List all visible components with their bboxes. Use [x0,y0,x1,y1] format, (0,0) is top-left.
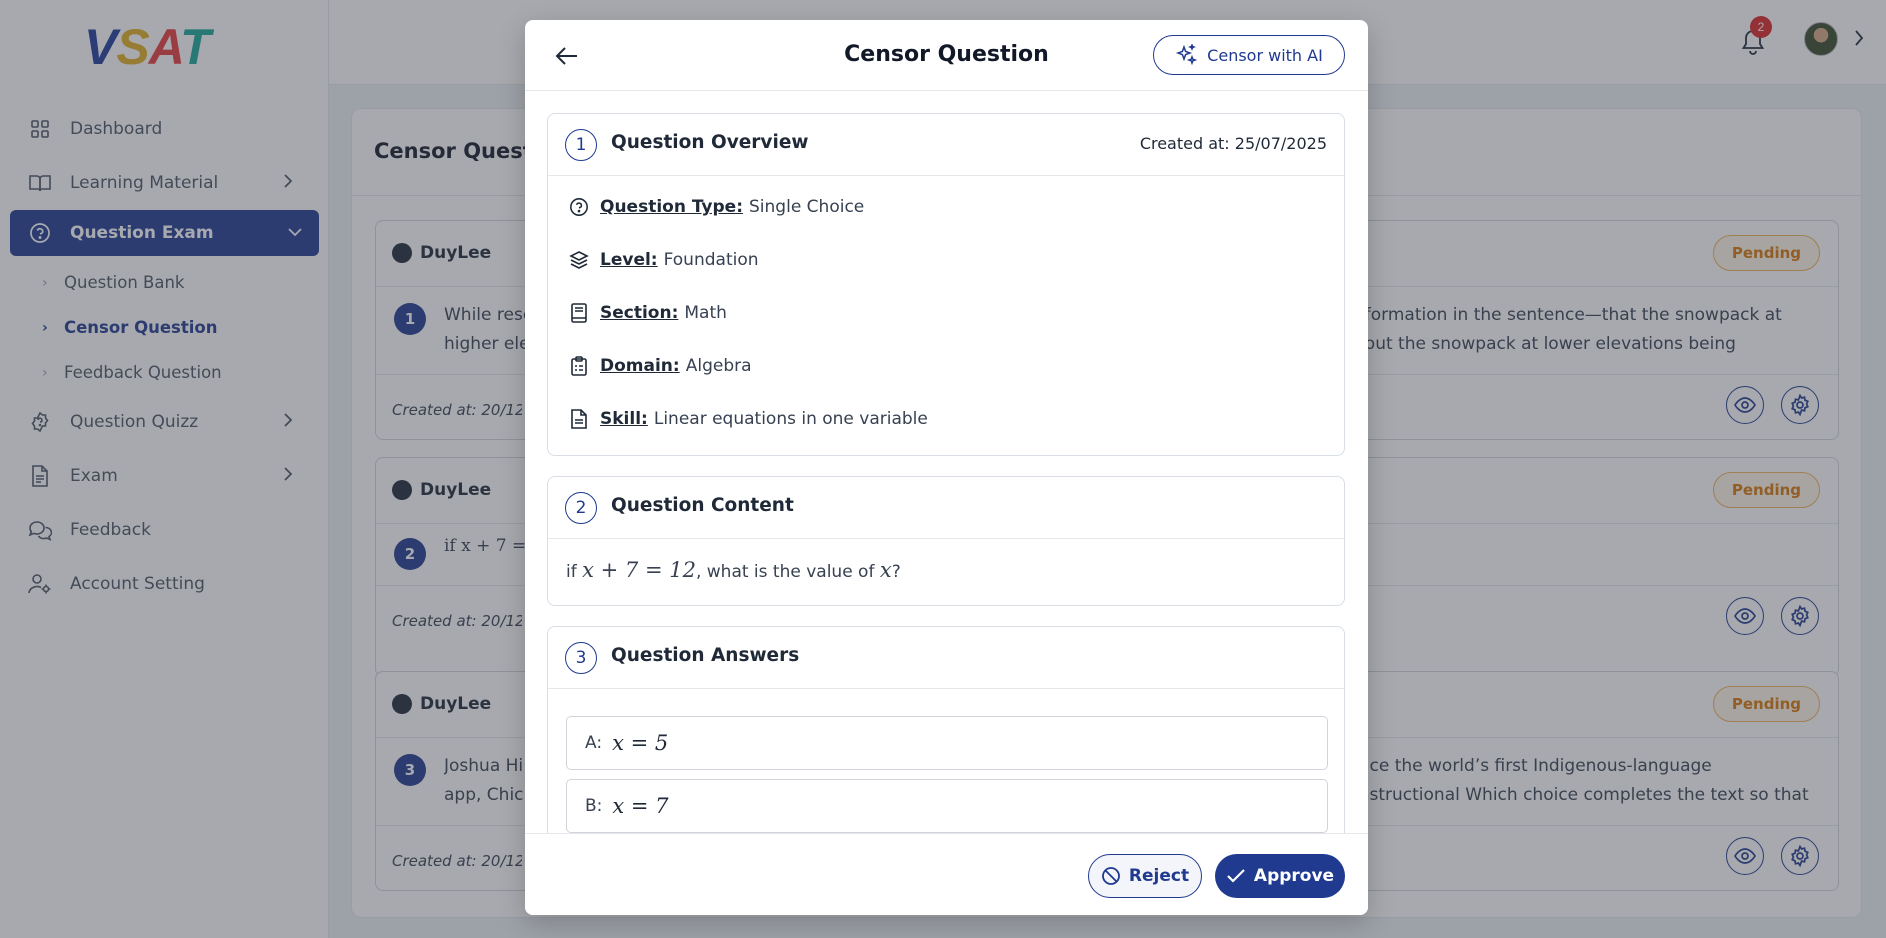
content-equation: x + 7 = 12 [582,558,696,582]
field-value: Foundation [663,250,759,270]
question-answers-section: 3 Question Answers A: x = 5 B: x = 7 [547,626,1345,833]
section-title: Question Answers [611,645,800,666]
question-type-row: Question Type: Single Choice [568,194,864,220]
section-number: 3 [565,642,597,674]
ban-icon [1102,867,1120,885]
question-content-text: if x + 7 = 12, what is the value of x? [566,558,901,582]
modal-body[interactable]: 1 Question Overview Created at: 25/07/20… [525,91,1368,833]
field-value: Single Choice [749,197,865,217]
field-label: Domain: [600,356,680,376]
sparkles-icon [1175,44,1198,66]
censor-with-ai-button[interactable]: Censor with AI [1153,35,1345,75]
content-end: ? [891,562,901,582]
section-title: Question Overview [611,132,809,153]
clipboard-icon [568,356,590,376]
book-open-icon [568,303,590,323]
content-prefix: if [566,562,577,582]
answer-value: x = 7 [612,794,669,818]
question-overview-section: 1 Question Overview Created at: 25/07/20… [547,113,1345,456]
answer-option[interactable]: B: x = 7 [566,779,1328,833]
layers-icon [568,250,590,270]
level-row: Level: Foundation [568,247,759,273]
field-value: Algebra [685,356,752,376]
approve-label: Approve [1253,866,1335,886]
answer-letter: B: [585,796,603,816]
section-number: 1 [565,129,597,161]
skill-row: Skill: Linear equations in one variable [568,406,928,432]
field-label: Skill: [600,409,648,429]
check-icon [1227,869,1245,883]
modal-footer: Reject Approve [525,833,1368,915]
question-content-section: 2 Question Content if x + 7 = 12, what i… [547,476,1345,606]
created-date: Created at: 25/07/2025 [1139,134,1327,153]
domain-row: Domain: Algebra [568,353,752,379]
content-variable: x [879,558,892,582]
question-circle-icon [568,197,590,217]
reject-label: Reject [1128,866,1190,886]
section-title: Question Content [611,495,794,516]
approve-button[interactable]: Approve [1215,854,1345,898]
answer-option[interactable]: A: x = 5 [566,716,1328,770]
ai-button-label: Censor with AI [1207,45,1323,65]
reject-button[interactable]: Reject [1088,854,1202,898]
censor-question-modal: Censor Question Censor with AI 1 Questio… [525,20,1368,915]
section-number: 2 [565,492,597,524]
field-label: Section: [600,303,679,323]
answer-value: x = 5 [612,731,669,755]
field-label: Question Type: [600,197,744,217]
field-value: Linear equations in one variable [653,409,928,429]
field-value: Math [684,303,727,323]
field-label: Level: [600,250,658,270]
file-text-icon [568,409,590,429]
content-suffix: , what is the value of [695,562,875,582]
answer-letter: A: [585,733,603,753]
section-row: Section: Math [568,300,727,326]
